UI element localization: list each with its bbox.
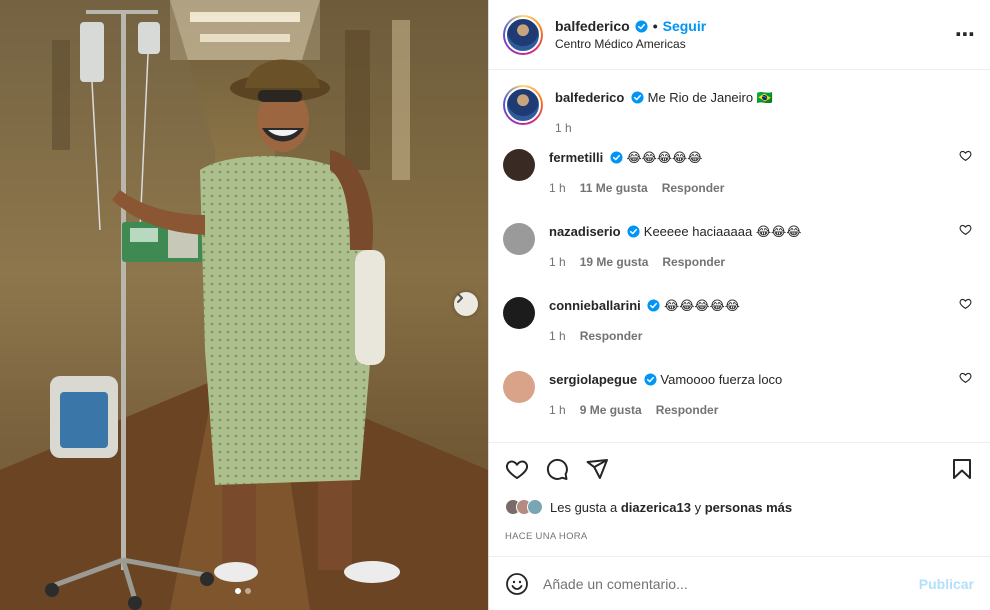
like-comment-heart-icon[interactable] [959, 371, 972, 384]
comment-item: fermetilli 😂😂😂😂😂 1 h 11 Me gusta Respond… [503, 145, 976, 219]
post-actions: Les gusta a diazerica13 y personas más H… [489, 442, 990, 542]
author-username[interactable]: balfederico [555, 18, 630, 34]
post-side-panel: balfederico • Seguir Centro Médico Ameri… [488, 0, 990, 610]
author-avatar[interactable] [503, 14, 543, 55]
comments-list[interactable]: balfederico Me Rio de Janeiro 🇧🇷 1 h fer… [489, 71, 990, 442]
post-timestamp: Hace una hora [505, 531, 588, 542]
comment-username[interactable]: nazadiserio [549, 224, 621, 239]
photo-illustration [0, 0, 488, 610]
comment-time: 1 h [549, 403, 566, 417]
comment-username[interactable]: sergiolapegue [549, 372, 637, 387]
comment-likes[interactable]: 9 Me gusta [580, 403, 642, 417]
carousel-dot [245, 588, 251, 594]
verified-badge-icon [627, 225, 640, 238]
next-photo-button[interactable] [454, 292, 478, 316]
share-paper-plane-icon[interactable] [585, 457, 609, 481]
comment-text: 😂😂😂😂😂 [626, 150, 703, 165]
post-photo[interactable] [0, 0, 488, 610]
like-comment-heart-icon[interactable] [959, 149, 972, 162]
comment-item: sergiolapegue Vamoooo fuerza loco 1 h 9 … [503, 367, 976, 441]
more-options-icon[interactable]: ⋯ [955, 22, 976, 47]
carousel-dot-active [235, 588, 241, 594]
comment-avatar[interactable] [503, 149, 535, 181]
likes-user-link[interactable]: diazerica13 [621, 500, 691, 515]
likes-summary: Les gusta a diazerica13 y personas más [505, 499, 974, 515]
comment-time: 1 h [549, 255, 566, 269]
likes-others-link[interactable]: personas más [705, 500, 792, 515]
chevron-right-icon [457, 293, 463, 303]
comment-time: 1 h [549, 181, 566, 195]
comment-likes[interactable]: 11 Me gusta [580, 181, 648, 195]
comment-bubble-icon[interactable] [545, 457, 569, 481]
comment-avatar[interactable] [503, 297, 535, 329]
likes-prefix: Les gusta a [550, 499, 618, 515]
add-comment-bar: Publicar [489, 556, 990, 610]
comment-text: 😂😂😂😂😂 [664, 298, 740, 313]
comment-item: nazadiserio Keeeee haciaaaaa 😂😂😂 1 h 19 … [503, 219, 976, 293]
verified-badge-icon [631, 91, 644, 104]
emoji-smiley-icon[interactable] [505, 572, 529, 596]
separator-dot: • [652, 18, 658, 34]
verified-badge-icon [644, 373, 657, 386]
comment-likes[interactable]: 19 Me gusta [580, 255, 649, 269]
reply-button[interactable]: Responder [662, 255, 725, 269]
like-comment-heart-icon[interactable] [959, 223, 972, 236]
save-bookmark-icon[interactable] [950, 457, 974, 481]
follow-button[interactable]: Seguir [663, 18, 707, 34]
comment-time: 1 h [549, 329, 566, 343]
verified-badge-icon [635, 19, 648, 33]
caption-username[interactable]: balfederico [555, 90, 624, 105]
instagram-post-modal: balfederico • Seguir Centro Médico Ameri… [0, 0, 990, 610]
reply-button[interactable]: Responder [662, 181, 725, 195]
post-header: balfederico • Seguir Centro Médico Ameri… [489, 0, 990, 70]
comment-text: Vamoooo fuerza loco [660, 372, 783, 387]
carousel-indicator [235, 588, 251, 594]
likes-and: y [694, 499, 702, 515]
comment-input[interactable] [543, 575, 919, 592]
comment-avatar[interactable] [503, 371, 535, 403]
like-comment-heart-icon[interactable] [959, 297, 972, 310]
caption: balfederico Me Rio de Janeiro 🇧🇷 1 h [503, 71, 976, 145]
like-heart-icon[interactable] [505, 457, 529, 481]
reply-button[interactable]: Responder [580, 329, 643, 343]
caption-time: 1 h [555, 121, 572, 135]
comment-username[interactable]: connieballarini [549, 298, 641, 313]
reply-button[interactable]: Responder [656, 403, 719, 417]
liker-avatar [527, 499, 543, 515]
comment-text: Keeeee haciaaaaa 😂😂😂 [643, 224, 802, 239]
caption-text: Me Rio de Janeiro 🇧🇷 [647, 90, 773, 105]
verified-badge-icon [647, 299, 660, 312]
publish-button[interactable]: Publicar [919, 576, 974, 592]
comment-item: connieballarini 😂😂😂😂😂 1 h Responder [503, 293, 976, 367]
comment-avatar[interactable] [503, 223, 535, 255]
comment-username[interactable]: fermetilli [549, 150, 603, 165]
location-link[interactable]: Centro Médico Americas [555, 37, 955, 51]
caption-avatar[interactable] [503, 85, 543, 125]
verified-badge-icon [610, 151, 623, 164]
